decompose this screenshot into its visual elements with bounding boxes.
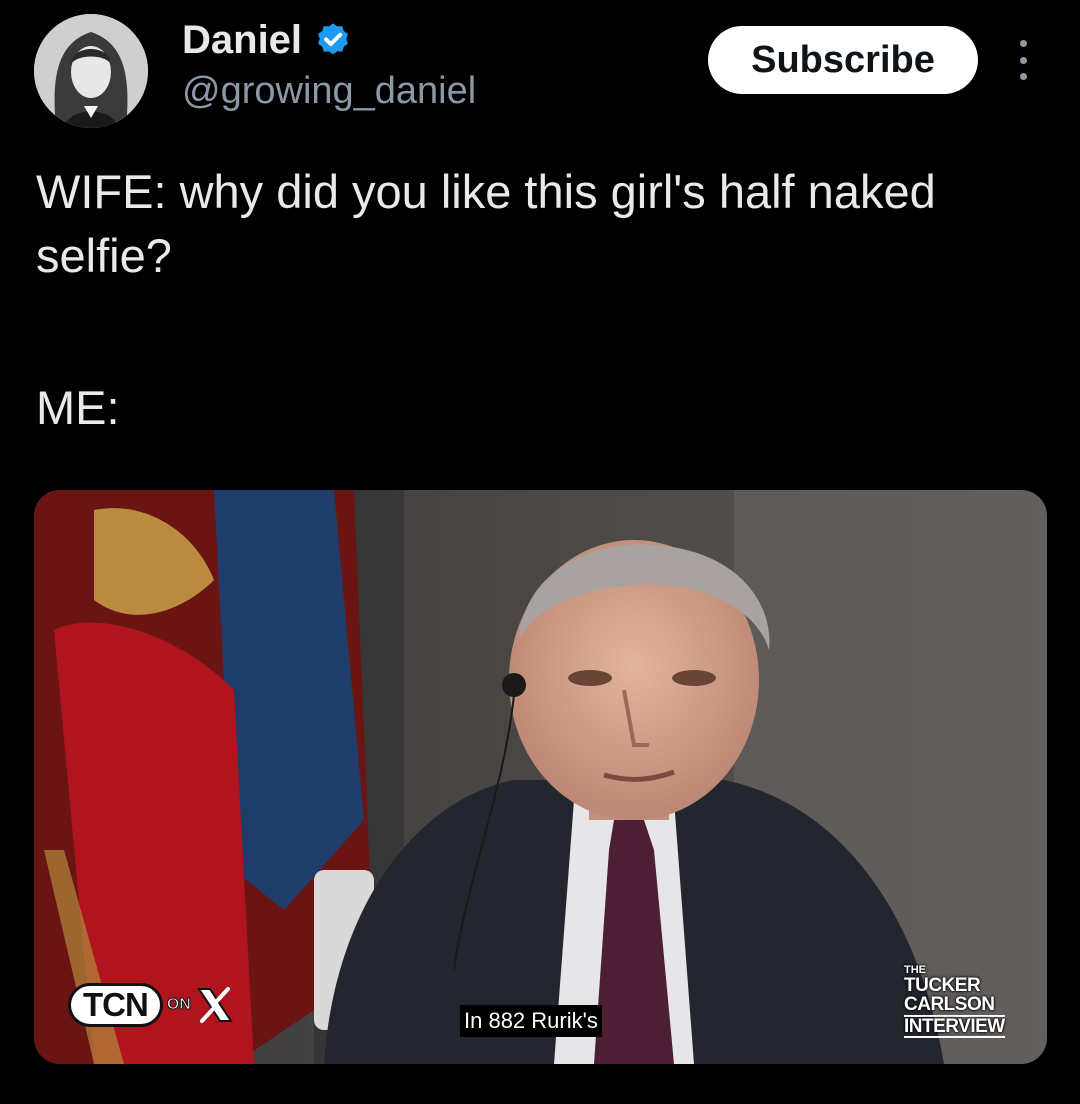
subscribe-button[interactable]: Subscribe xyxy=(708,26,978,94)
tweet-video[interactable]: TCN ON In 882 Rurik's THE TUCKER CARLSON… xyxy=(34,490,1047,1064)
tucker-carlson-interview-logo: THE TUCKER CARLSON INTERVIEW xyxy=(904,965,1005,1039)
interview-logo-line: INTERVIEW xyxy=(904,1015,1005,1038)
author-display-name[interactable]: Daniel xyxy=(182,18,302,63)
interview-logo-line: TUCKER xyxy=(904,975,981,996)
video-subtitle: In 882 Rurik's xyxy=(460,1005,602,1037)
author-name-row: Daniel xyxy=(182,16,352,64)
more-options-icon[interactable] xyxy=(1006,38,1040,82)
more-dot xyxy=(1019,73,1027,80)
author-handle[interactable]: @growing_daniel xyxy=(182,70,476,113)
tcn-on-x-logo: TCN ON xyxy=(68,983,235,1027)
author-avatar[interactable] xyxy=(34,14,148,128)
tcn-on-text: ON xyxy=(166,996,191,1014)
more-dot xyxy=(1019,40,1027,47)
profile-avatar-image xyxy=(34,14,148,128)
tweet-text-line: WIFE: why did you like this girl's half … xyxy=(36,165,936,282)
x-logo-icon xyxy=(196,987,233,1023)
video-frame xyxy=(34,490,1047,1064)
tweet-text-line: ME: xyxy=(36,381,120,434)
more-dot xyxy=(1019,56,1027,64)
tcn-logo-text: TCN xyxy=(68,983,163,1027)
interview-logo-line: CARLSON xyxy=(904,994,995,1015)
tweet-text: WIFE: why did you like this girl's half … xyxy=(36,160,1036,440)
verified-badge-icon xyxy=(318,23,348,55)
